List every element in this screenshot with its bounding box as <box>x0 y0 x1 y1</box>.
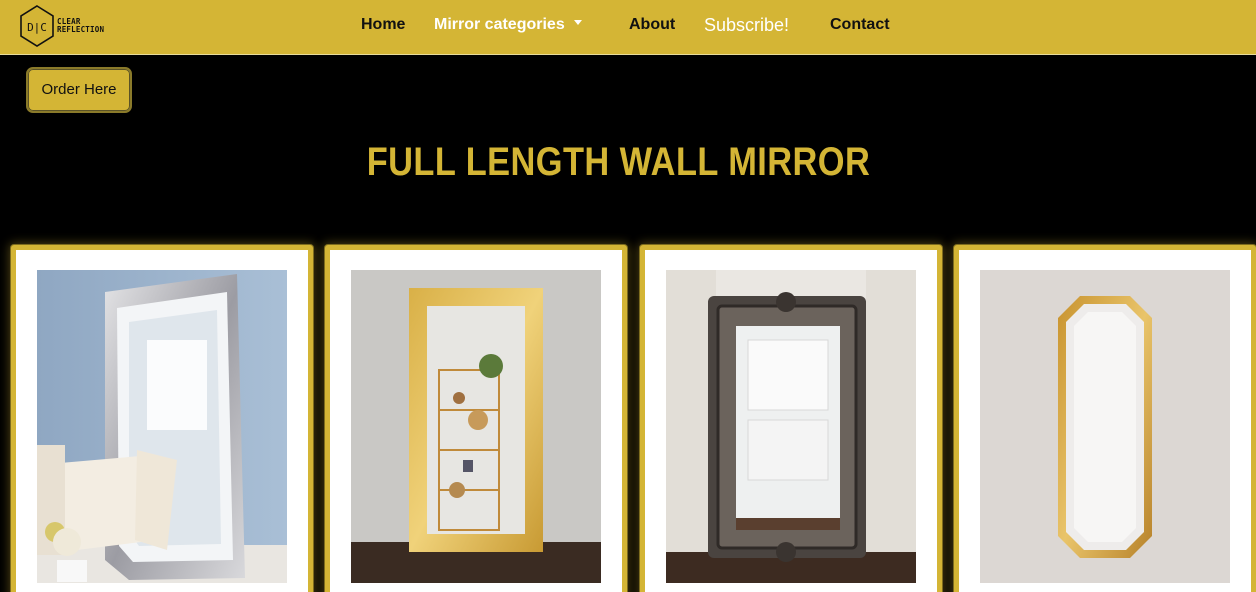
mirror-gold-octagonal-image[interactable] <box>980 270 1230 583</box>
product-card[interactable] <box>954 245 1256 592</box>
product-card[interactable] <box>325 245 627 592</box>
product-card[interactable] <box>11 245 313 592</box>
page-title: FULL LENGTH WALL MIRROR <box>366 140 871 184</box>
nav-categories-dropdown[interactable]: Mirror categories <box>434 0 582 50</box>
brand-name: CLEAR REFLECTION <box>57 18 104 34</box>
order-here-button[interactable]: Order Here <box>26 67 132 113</box>
brand-name-line2: REFLECTION <box>57 25 105 34</box>
navbar: D|C CLEAR REFLECTION Home Mirror categor… <box>0 0 1256 55</box>
brand-logo[interactable]: D|C CLEAR REFLECTION <box>19 2 111 50</box>
logo-mark: D|C <box>27 21 47 34</box>
chevron-down-icon <box>573 20 582 26</box>
product-card[interactable] <box>640 245 942 592</box>
nav-subscribe-link[interactable]: Subscribe! <box>704 0 789 50</box>
hexagon-logo-icon: D|C <box>20 5 54 47</box>
nav-about-link[interactable]: About <box>629 0 675 50</box>
nav-contact-link[interactable]: Contact <box>830 0 890 50</box>
nav-categories-label: Mirror categories <box>434 16 565 33</box>
mirror-baroque-ornate-image[interactable] <box>666 270 916 583</box>
mirror-gold-leaf-image[interactable] <box>351 270 601 583</box>
nav-home-link[interactable]: Home <box>361 0 405 50</box>
mirror-venetian-beveled-image[interactable] <box>37 270 287 583</box>
